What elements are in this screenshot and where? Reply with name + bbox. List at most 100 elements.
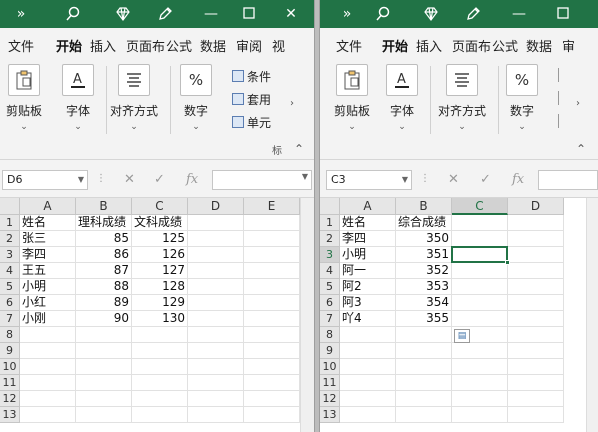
select-all-corner[interactable] [0,198,20,215]
cell-c5[interactable] [452,279,508,295]
row-header-9[interactable]: 9 [320,343,340,359]
cell-e6[interactable] [244,295,300,311]
cell-c10[interactable] [132,359,188,375]
column-header-e[interactable]: E [244,198,300,215]
maximize-icon[interactable] [548,0,578,28]
tab-file[interactable]: 文件 [8,36,34,55]
alignment-group[interactable]: 对齐方式 ⌄ [110,64,158,132]
chevron-down-icon[interactable]: ⌄ [130,122,138,132]
row-header-10[interactable]: 10 [0,359,20,375]
cell-d4[interactable] [188,263,244,279]
search-icon[interactable] [58,0,88,28]
row-header-2[interactable]: 2 [320,231,340,247]
vertical-scrollbar[interactable] [586,198,598,432]
column-header-a[interactable]: A [340,198,396,215]
tab-data[interactable]: 数据 [526,36,552,55]
cell-d1[interactable] [508,215,564,231]
tab-data[interactable]: 数据 [200,36,226,55]
cell-d10[interactable] [508,359,564,375]
cell-d8[interactable] [508,327,564,343]
cell-c6[interactable] [452,295,508,311]
cell-b13[interactable] [396,407,452,423]
cell-a12[interactable] [20,391,76,407]
ribbon-scroll-right-icon[interactable]: › [576,98,580,109]
column-header-d[interactable]: D [188,198,244,215]
cell-d7[interactable] [188,311,244,327]
column-header-c[interactable]: C [132,198,188,215]
name-box[interactable]: C3 ▼ [326,170,412,190]
cell-e7[interactable] [244,311,300,327]
cell-d4[interactable] [508,263,564,279]
chevron-down-icon[interactable]: ⌄ [458,122,466,132]
cell-d2[interactable] [508,231,564,247]
cell-a5[interactable]: 小明 [20,279,76,295]
chevron-down-icon[interactable]: ▼ [302,172,308,181]
row-header-13[interactable]: 13 [320,407,340,423]
search-icon[interactable] [368,0,398,28]
clipboard-group[interactable]: 剪贴板 ⌄ [4,64,44,132]
cell-c4[interactable] [452,263,508,279]
cell-c4[interactable]: 127 [132,263,188,279]
chevron-down-icon[interactable]: ▼ [402,171,408,189]
cell-d9[interactable] [188,343,244,359]
cell-d3[interactable] [508,247,564,263]
minimize-icon[interactable]: — [196,0,226,28]
cell-a6[interactable]: 阿3 [340,295,396,311]
cell-a1[interactable]: 姓名 [20,215,76,231]
enter-icon[interactable]: ✓ [480,172,491,187]
cell-a2[interactable]: 李四 [340,231,396,247]
fx-icon[interactable]: fx [512,172,524,187]
cell-b6[interactable]: 354 [396,295,452,311]
row-header-9[interactable]: 9 [0,343,20,359]
tab-review[interactable]: 审阅 [236,36,262,55]
cell-b4[interactable]: 352 [396,263,452,279]
cell-a9[interactable] [20,343,76,359]
alignment-group[interactable]: 对齐方式 ⌄ [438,64,486,132]
diamond-icon[interactable] [416,0,446,28]
select-all-corner[interactable] [320,198,340,215]
row-header-6[interactable]: 6 [320,295,340,311]
tab-view[interactable]: 视 [272,36,285,55]
cell-b12[interactable] [76,391,132,407]
cell-b7[interactable]: 355 [396,311,452,327]
cell-d2[interactable] [188,231,244,247]
tab-review[interactable]: 审 [562,36,582,55]
cell-b13[interactable] [76,407,132,423]
cell-e10[interactable] [244,359,300,375]
row-header-11[interactable]: 11 [320,375,340,391]
row-header-3[interactable]: 3 [320,247,340,263]
cell-c3[interactable] [452,247,508,263]
cell-c9[interactable] [452,343,508,359]
row-header-8[interactable]: 8 [0,327,20,343]
row-header-4[interactable]: 4 [320,263,340,279]
cell-d9[interactable] [508,343,564,359]
cell-b1[interactable]: 综合成绩 [396,215,452,231]
cell-c12[interactable] [452,391,508,407]
row-header-11[interactable]: 11 [0,375,20,391]
cell-styles-button[interactable]: 单元 [232,114,271,131]
cell-c5[interactable]: 128 [132,279,188,295]
cell-a2[interactable]: 张三 [20,231,76,247]
cell-d3[interactable] [188,247,244,263]
cell-a8[interactable] [340,327,396,343]
cell-b1[interactable]: 理科成绩 [76,215,132,231]
cell-a11[interactable] [20,375,76,391]
cell-b8[interactable] [396,327,452,343]
cell-b3[interactable]: 86 [76,247,132,263]
sheet-grid[interactable]: A B C D 1 姓名 综合成绩 2 李四 350 3 小明 351 4 阿一 352 5 阿2 353 6 阿3 35… [320,198,598,432]
cell-d13[interactable] [508,407,564,423]
font-group[interactable]: A 字体 ⌄ [58,64,98,132]
cell-a10[interactable] [20,359,76,375]
cell-e12[interactable] [244,391,300,407]
row-header-2[interactable]: 2 [0,231,20,247]
column-header-d[interactable]: D [508,198,564,215]
chevron-down-icon[interactable]: ▼ [78,171,84,189]
cell-c13[interactable] [452,407,508,423]
sheet-grid[interactable]: A B C D E 1 姓名 理科成绩 文科成绩 2 张三 85 125 3 李四 86 126 4 王五 87 127… [0,198,314,432]
tab-formulas[interactable]: 公式 [492,36,518,55]
row-header-5[interactable]: 5 [320,279,340,295]
cell-b8[interactable] [76,327,132,343]
number-group[interactable]: % 数字 ⌄ [176,64,216,132]
cell-a6[interactable]: 小红 [20,295,76,311]
cell-e13[interactable] [244,407,300,423]
